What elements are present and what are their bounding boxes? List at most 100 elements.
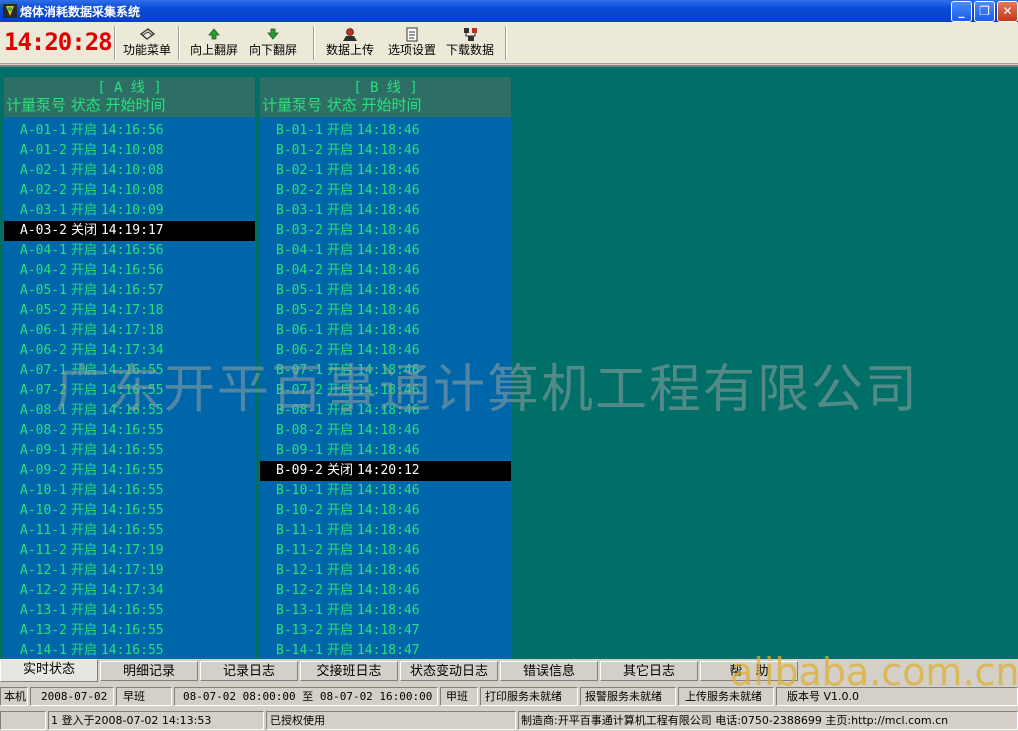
pump-row[interactable]: A-14-1 开启 14:16:55 xyxy=(4,641,255,661)
pump-row[interactable]: A-04-1 开启 14:16:56 xyxy=(4,241,255,261)
pump-state: 开启 xyxy=(70,603,97,618)
pump-row[interactable]: B-06-1 开启 14:18:46 xyxy=(260,321,511,341)
pump-row[interactable]: B-04-1 开启 14:18:46 xyxy=(260,241,511,261)
pump-row[interactable]: B-02-2 开启 14:18:46 xyxy=(260,181,511,201)
pump-row[interactable]: A-11-2 开启 14:17:19 xyxy=(4,541,255,561)
restore-button[interactable]: ❐ xyxy=(974,1,995,22)
page-up-button[interactable]: 向上翻屏 xyxy=(186,26,242,60)
pump-row[interactable]: A-06-1 开启 14:17:18 xyxy=(4,321,255,341)
pump-row[interactable]: B-06-2 开启 14:18:46 xyxy=(260,341,511,361)
pump-row[interactable]: A-11-1 开启 14:16:55 xyxy=(4,521,255,541)
pump-row[interactable]: A-10-1 开启 14:16:55 xyxy=(4,481,255,501)
pump-row[interactable]: A-01-2 开启 14:10:08 xyxy=(4,141,255,161)
minimize-button[interactable]: _ xyxy=(951,1,972,22)
pump-row[interactable]: A-01-1 开启 14:16:56 xyxy=(4,121,255,141)
pump-start-time: 14:18:46 xyxy=(356,183,420,198)
pump-state: 开启 xyxy=(70,623,97,638)
line-a-list[interactable]: A-01-1 开启 14:16:56 A-01-2 开启 14:10:08 A-02-1 开启… xyxy=(4,121,255,661)
pump-row[interactable]: B-10-1 开启 14:18:46 xyxy=(260,481,511,501)
page-down-button[interactable]: 向下翻屏 xyxy=(245,26,301,60)
close-button[interactable]: ✕ xyxy=(997,1,1018,22)
pump-id: B-07-1 xyxy=(276,363,323,378)
pump-row[interactable]: B-05-1 开启 14:18:46 xyxy=(260,281,511,301)
pump-state: 开启 xyxy=(70,163,97,178)
status-bar-top: 本机 2008-07-02 早班 08-07-02 08:00:00 至 08-… xyxy=(0,685,1018,707)
pump-row[interactable]: B-08-2 开启 14:18:46 xyxy=(260,421,511,441)
pump-id: A-09-1 xyxy=(20,443,67,458)
line-b-column-header: 计量泵号 状态 开始时间 xyxy=(262,96,422,114)
pump-row[interactable]: B-07-2 开启 14:18:46 xyxy=(260,381,511,401)
pump-row[interactable]: B-05-2 开启 14:18:46 xyxy=(260,301,511,321)
pump-start-time: 14:18:46 xyxy=(356,503,420,518)
pump-row[interactable]: A-09-2 开启 14:16:55 xyxy=(4,461,255,481)
pump-row[interactable]: A-10-2 开启 14:16:55 xyxy=(4,501,255,521)
pump-id: A-05-2 xyxy=(20,303,67,318)
pump-start-time: 14:17:34 xyxy=(100,343,164,358)
data-upload-button[interactable]: 数据上传 xyxy=(322,26,378,60)
page-down-label: 向下翻屏 xyxy=(248,43,297,57)
pump-state: 开启 xyxy=(70,243,97,258)
pump-row[interactable]: A-05-1 开启 14:16:57 xyxy=(4,281,255,301)
pump-id: B-05-2 xyxy=(276,303,323,318)
pump-row[interactable]: B-03-2 开启 14:18:46 xyxy=(260,221,511,241)
pump-row[interactable]: B-12-1 开启 14:18:46 xyxy=(260,561,511,581)
pump-start-time: 14:16:55 xyxy=(100,423,164,438)
pump-row[interactable]: A-06-2 开启 14:17:34 xyxy=(4,341,255,361)
pump-row[interactable]: A-07-1 开启 14:16:55 xyxy=(4,361,255,381)
tab-record-log[interactable]: 记录日志 xyxy=(200,661,298,681)
pump-row[interactable]: A-13-1 开启 14:16:55 xyxy=(4,601,255,621)
pump-row[interactable]: A-03-2 关闭 14:19:17 xyxy=(4,221,255,241)
pump-row[interactable]: A-07-2 开启 14:16:55 xyxy=(4,381,255,401)
pump-row[interactable]: A-13-2 开启 14:16:55 xyxy=(4,621,255,641)
download-data-button[interactable]: 下载数据 xyxy=(442,26,498,60)
tab-realtime-status[interactable]: 实时状态 xyxy=(0,659,98,682)
line-b-list[interactable]: B-01-1 开启 14:18:46 B-01-2 开启 14:18:46 B-02-1 开启… xyxy=(260,121,511,661)
tab-detail-records[interactable]: 明细记录 xyxy=(100,661,198,681)
pump-row[interactable]: A-03-1 开启 14:10:09 xyxy=(4,201,255,221)
tab-help[interactable]: 帮 助 xyxy=(700,661,798,681)
pump-row[interactable]: B-07-1 开启 14:18:46 xyxy=(260,361,511,381)
pump-row[interactable]: B-11-2 开启 14:18:46 xyxy=(260,541,511,561)
pump-row[interactable]: B-14-1 开启 14:18:47 xyxy=(260,641,511,661)
pump-row[interactable]: B-03-1 开启 14:18:46 xyxy=(260,201,511,221)
download-data-label: 下载数据 xyxy=(445,43,494,57)
pump-row[interactable]: B-10-2 开启 14:18:46 xyxy=(260,501,511,521)
function-menu-button[interactable]: 功能菜单 xyxy=(120,26,174,60)
pump-row[interactable]: A-09-1 开启 14:16:55 xyxy=(4,441,255,461)
pump-row[interactable]: B-13-1 开启 14:18:46 xyxy=(260,601,511,621)
pump-row[interactable]: A-12-1 开启 14:17:19 xyxy=(4,561,255,581)
pump-row[interactable]: A-02-2 开启 14:10:08 xyxy=(4,181,255,201)
pump-start-time: 14:18:46 xyxy=(356,383,420,398)
pump-row[interactable]: A-12-2 开启 14:17:34 xyxy=(4,581,255,601)
pump-id: A-07-2 xyxy=(20,383,67,398)
pump-row[interactable]: B-09-2 关闭 14:20:12 xyxy=(260,461,511,481)
tab-shift-log[interactable]: 交接班日志 xyxy=(300,661,398,681)
pump-start-time: 14:16:55 xyxy=(100,643,164,658)
title-bar[interactable]: 熔体消耗数据采集系统 _ ❐ ✕ xyxy=(0,0,1018,22)
pump-row[interactable]: B-09-1 开启 14:18:46 xyxy=(260,441,511,461)
pump-id: B-03-2 xyxy=(276,223,323,238)
pump-row[interactable]: B-08-1 开启 14:18:46 xyxy=(260,401,511,421)
pump-row[interactable]: A-05-2 开启 14:17:18 xyxy=(4,301,255,321)
pump-row[interactable]: B-04-2 开启 14:18:46 xyxy=(260,261,511,281)
pump-row[interactable]: A-08-1 开启 14:16:55 xyxy=(4,401,255,421)
status-host: 本机 xyxy=(0,687,28,706)
pump-row[interactable]: B-01-1 开启 14:18:46 xyxy=(260,121,511,141)
pump-id: A-05-1 xyxy=(20,283,67,298)
tab-other-log[interactable]: 其它日志 xyxy=(600,661,698,681)
tab-state-change-log[interactable]: 状态变动日志 xyxy=(400,661,498,681)
pump-row[interactable]: A-02-1 开启 14:10:08 xyxy=(4,161,255,181)
pump-state: 开启 xyxy=(70,443,97,458)
pump-start-time: 14:16:55 xyxy=(100,483,164,498)
pump-row[interactable]: A-08-2 开启 14:16:55 xyxy=(4,421,255,441)
pump-row[interactable]: B-12-2 开启 14:18:46 xyxy=(260,581,511,601)
pump-row[interactable]: B-02-1 开启 14:18:46 xyxy=(260,161,511,181)
pump-start-time: 14:17:34 xyxy=(100,583,164,598)
tab-error-info[interactable]: 错误信息 xyxy=(500,661,598,681)
pump-id: A-10-2 xyxy=(20,503,67,518)
pump-row[interactable]: B-13-2 开启 14:18:47 xyxy=(260,621,511,641)
pump-row[interactable]: A-04-2 开启 14:16:56 xyxy=(4,261,255,281)
pump-row[interactable]: B-11-1 开启 14:18:46 xyxy=(260,521,511,541)
pump-row[interactable]: B-01-2 开启 14:18:46 xyxy=(260,141,511,161)
options-settings-button[interactable]: 选项设置 xyxy=(384,26,440,60)
